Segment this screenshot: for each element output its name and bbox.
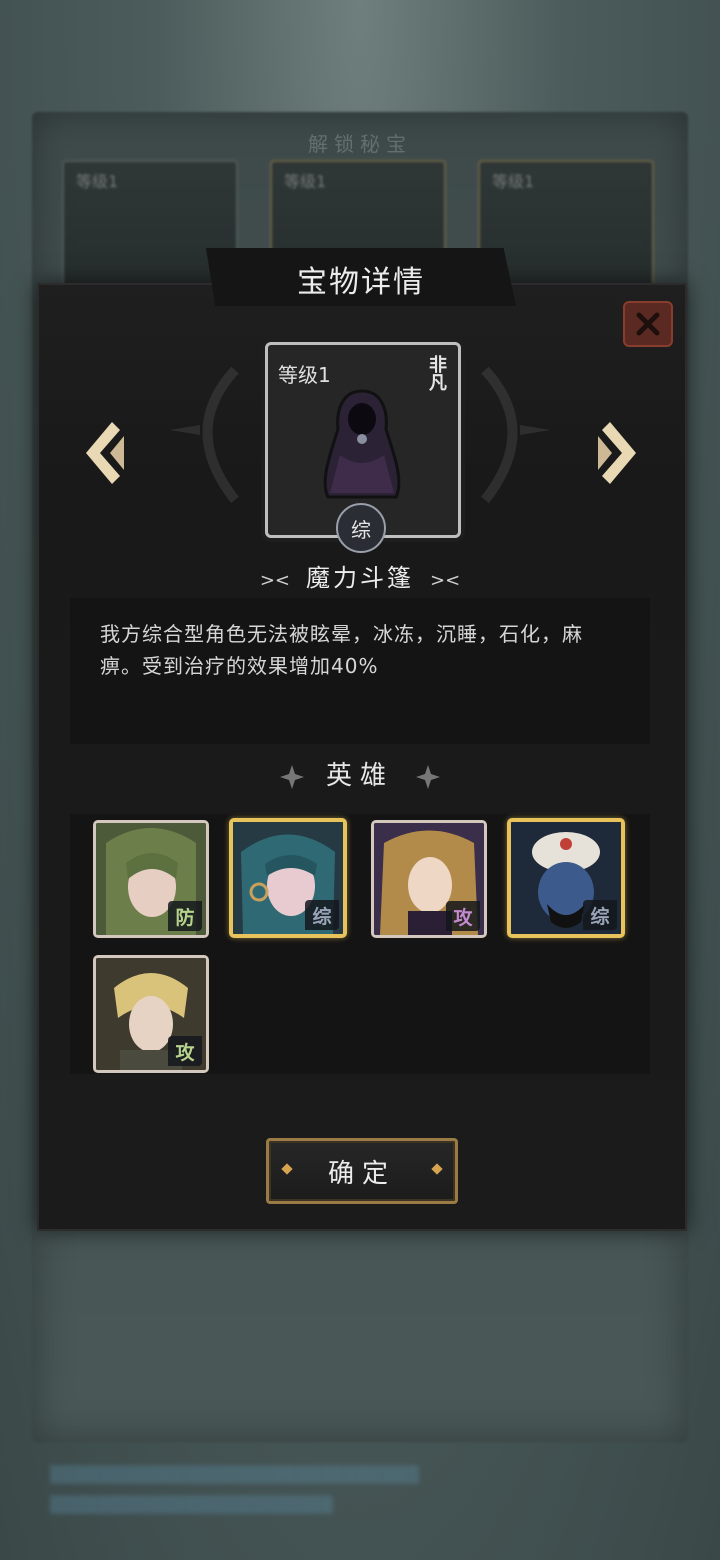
- name-right-ornament-icon: ><: [430, 570, 461, 591]
- hero-role-badge: 综: [583, 900, 617, 930]
- hero-role-badge: 攻: [168, 1036, 202, 1066]
- sparkle-right-icon: [416, 764, 440, 789]
- background-footer-text: ▒▒▒▒▒▒▒▒▒▒▒▒▒▒▒▒▒▒▒▒▒▒▒▒▒▒▒▒▒▒ ▒▒▒▒▒▒▒▒▒▒…: [50, 1465, 420, 1514]
- hero-portrait-blonde[interactable]: 攻: [371, 820, 487, 938]
- sparkle-left-icon: [279, 764, 304, 789]
- confirm-button[interactable]: 确定: [266, 1138, 458, 1204]
- diamond-ornament-icon: [281, 1163, 293, 1175]
- next-arrow-icon[interactable]: [596, 420, 640, 486]
- treasure-type-badge: 综: [336, 503, 386, 553]
- heroes-title-text: 英雄: [325, 761, 394, 791]
- treasure-name: 魔力斗篷: [306, 564, 414, 592]
- treasure-description: 我方综合型角色无法被眩晕，冰冻，沉睡，石化，麻痹。受到治疗的效果增加40%: [100, 622, 583, 678]
- hero-role-badge: 攻: [446, 901, 480, 931]
- diamond-ornament-icon: [431, 1163, 443, 1175]
- dialog-title: 宝物详情: [297, 265, 425, 300]
- close-x-icon: [636, 312, 660, 336]
- confirm-label: 确定: [327, 1158, 396, 1189]
- background-title: 解锁秘宝: [308, 132, 412, 156]
- hero-role-badge: 防: [168, 901, 202, 931]
- hero-portrait-genie[interactable]: 综: [507, 818, 625, 938]
- name-left-ornament-icon: ><: [259, 570, 290, 591]
- background-card-level: 等级1: [76, 172, 119, 191]
- treasure-rarity: 非凡: [429, 355, 447, 394]
- hero-role-badge: 综: [305, 900, 339, 930]
- heroes-section-title: 英雄: [0, 755, 720, 792]
- close-button[interactable]: [623, 301, 673, 347]
- background-card-level: 等级1: [284, 172, 327, 191]
- cloak-icon: [323, 389, 401, 499]
- hero-portrait-swordsman[interactable]: 攻: [93, 955, 209, 1073]
- previous-arrow-icon[interactable]: [82, 420, 126, 486]
- background-card-level: 等级1: [492, 172, 535, 191]
- hero-portrait-elf[interactable]: 防: [93, 820, 209, 938]
- treasure-name-row: >< 魔力斗篷 ><: [0, 558, 720, 593]
- treasure-level: 等级1: [278, 363, 331, 387]
- hero-portrait-siren[interactable]: 综: [229, 818, 347, 938]
